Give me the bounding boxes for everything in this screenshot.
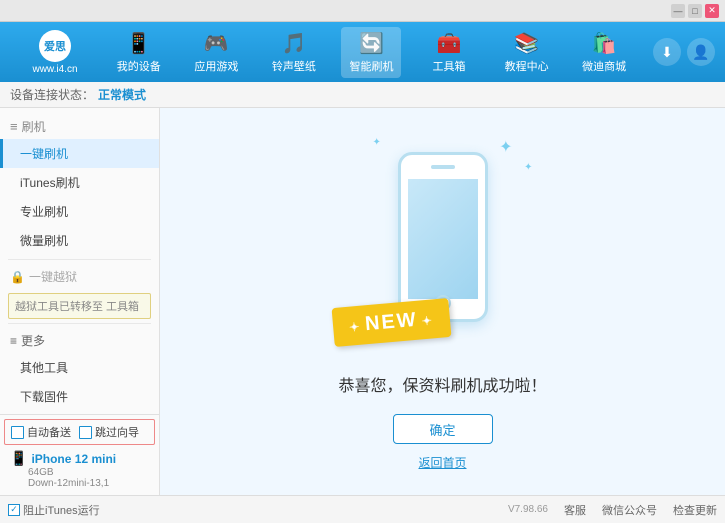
wechat-link[interactable]: 微信公众号: [602, 502, 657, 518]
jailbreak-label: 一键越狱: [29, 268, 77, 285]
weidian-icon: 🛍️: [592, 31, 617, 56]
sidebar-footer: 自动备送 跳过向导 📱 iPhone 12 mini 64GB Down-12m…: [0, 414, 159, 495]
status-value: 正常模式: [98, 86, 146, 103]
sidebar-divider-2: [8, 323, 151, 324]
sidebar-warning-box: 越狱工具已转移至 工具箱: [8, 293, 151, 319]
flash-section-icon: ≡: [10, 119, 18, 134]
bottom-bar: 阻止iTunes运行 V7.98.66 客服 微信公众号 检查更新: [0, 495, 725, 523]
skip-wizard-checkbox[interactable]: 跳过向导: [79, 424, 139, 440]
checkboxes-row: 自动备送 跳过向导: [4, 419, 155, 445]
toolbox-label: 工具箱: [433, 58, 466, 74]
logo-icon: 爱思: [39, 30, 71, 62]
check-update-link[interactable]: 检查更新: [673, 502, 717, 518]
download-firmware-label: 下载固件: [20, 390, 68, 404]
phone-speaker: [431, 165, 455, 169]
other-tools-label: 其他工具: [20, 361, 68, 375]
tutorial-icon: 📚: [514, 31, 539, 56]
auto-backup-label: 自动备送: [27, 424, 71, 440]
bottom-left: 阻止iTunes运行: [8, 502, 508, 518]
user-button[interactable]: 👤: [687, 38, 715, 66]
skip-wizard-label: 跳过向导: [95, 424, 139, 440]
close-button[interactable]: ✕: [705, 4, 719, 18]
my-device-icon: 📱: [126, 31, 151, 56]
nav-my-device[interactable]: 📱 我的设备: [109, 27, 169, 78]
tutorial-label: 教程中心: [505, 58, 549, 74]
nav-right-buttons: ⬇ 👤: [653, 38, 715, 66]
nav-tutorial[interactable]: 📚 教程中心: [497, 27, 557, 78]
status-label: 设备连接状态：: [10, 86, 94, 103]
sidebar-item-wipe-flash[interactable]: 微量刷机: [0, 226, 159, 255]
sidebar-item-download-firmware[interactable]: 下载固件: [0, 382, 159, 411]
nav-toolbox[interactable]: 🧰 工具箱: [419, 27, 479, 78]
phone-screen: [408, 179, 478, 299]
titlebar: — □ ✕: [0, 0, 725, 22]
content-area: ✦ ✦ ✦ NEW 恭喜您，保资料刷机成功啦！ 确定 返回首页: [160, 108, 725, 495]
support-link[interactable]: 客服: [564, 502, 586, 518]
version-text: V7.98.66: [508, 504, 548, 515]
my-device-label: 我的设备: [117, 58, 161, 74]
sidebar-item-itunes-flash[interactable]: iTunes刷机: [0, 168, 159, 197]
more-section-icon: ≡: [10, 334, 17, 348]
itunes-status-label: 阻止iTunes运行: [23, 502, 100, 518]
pro-flash-label: 专业刷机: [20, 205, 68, 219]
ringtones-icon: 🎵: [281, 31, 306, 56]
device-info-panel: 📱 iPhone 12 mini 64GB Down-12mini-13,1: [0, 445, 159, 495]
smart-flash-label: 智能刷机: [349, 58, 393, 74]
smart-flash-icon: 🔄: [359, 31, 384, 56]
status-bar: 设备连接状态： 正常模式: [0, 82, 725, 108]
skip-wizard-checkmark: [79, 426, 92, 439]
phone-illustration: ✦ ✦ ✦ NEW: [343, 132, 543, 352]
itunes-checkbox[interactable]: 阻止iTunes运行: [8, 502, 100, 518]
new-badge: NEW: [331, 298, 451, 347]
warning-text: 越狱工具已转移至 工具箱: [15, 301, 139, 313]
sidebar-scroll: ≡ 刷机 一键刷机 iTunes刷机 专业刷机 微量刷机 🔒 一键越狱: [0, 108, 159, 414]
sidebar-item-one-click-flash[interactable]: 一键刷机: [0, 139, 159, 168]
device-storage: 64GB: [10, 467, 149, 478]
sparkle-3: ✦: [373, 137, 381, 148]
phone-body: [398, 152, 488, 322]
weidian-label: 微迪商城: [582, 58, 626, 74]
nav-smart-flash[interactable]: 🔄 智能刷机: [341, 27, 401, 78]
apps-games-icon: 🎮: [204, 31, 229, 56]
minimize-button[interactable]: —: [671, 4, 685, 18]
back-home-link[interactable]: 返回首页: [418, 454, 466, 471]
apps-games-label: 应用游戏: [194, 58, 238, 74]
nav-apps-games[interactable]: 🎮 应用游戏: [186, 27, 246, 78]
top-navigation: 爱思 www.i4.cn 📱 我的设备 🎮 应用游戏 🎵 铃声壁纸 🔄 智能刷机…: [0, 22, 725, 82]
sidebar-section-flash: ≡ 刷机: [0, 114, 159, 139]
sparkle-2: ✦: [524, 162, 532, 173]
logo-url: www.i4.cn: [32, 64, 77, 75]
sidebar-jailbreak-section: 🔒 一键越狱: [0, 264, 159, 289]
sidebar-item-pro-flash[interactable]: 专业刷机: [0, 197, 159, 226]
device-version: Down-12mini-13,1: [10, 478, 149, 489]
lock-icon: 🔒: [10, 270, 25, 284]
sidebar: ≡ 刷机 一键刷机 iTunes刷机 专业刷机 微量刷机 🔒 一键越狱: [0, 108, 160, 495]
sidebar-section-more: ≡ 更多: [0, 328, 159, 353]
nav-items: 📱 我的设备 🎮 应用游戏 🎵 铃声壁纸 🔄 智能刷机 🧰 工具箱 📚 教程中心…: [100, 27, 643, 78]
main-layout: ≡ 刷机 一键刷机 iTunes刷机 专业刷机 微量刷机 🔒 一键越狱: [0, 108, 725, 495]
confirm-button[interactable]: 确定: [393, 414, 493, 444]
nav-weidian[interactable]: 🛍️ 微迪商城: [574, 27, 634, 78]
sparkle-1: ✦: [499, 137, 512, 157]
itunes-checkmark: [8, 504, 20, 516]
sidebar-divider-1: [8, 259, 151, 260]
device-name: iPhone 12 mini: [31, 452, 116, 466]
more-section-label: 更多: [21, 332, 45, 349]
logo-area: 爱思 www.i4.cn: [10, 30, 100, 75]
success-message: 恭喜您，保资料刷机成功啦！: [338, 372, 546, 396]
flash-section-label: 刷机: [22, 118, 46, 135]
maximize-button[interactable]: □: [688, 4, 702, 18]
bottom-right: V7.98.66 客服 微信公众号 检查更新: [508, 502, 717, 518]
nav-ringtones[interactable]: 🎵 铃声壁纸: [264, 27, 324, 78]
download-button[interactable]: ⬇: [653, 38, 681, 66]
sidebar-item-other-tools[interactable]: 其他工具: [0, 353, 159, 382]
itunes-flash-label: iTunes刷机: [20, 176, 80, 190]
auto-backup-checkmark: [11, 426, 24, 439]
one-click-flash-label: 一键刷机: [20, 147, 68, 161]
wipe-flash-label: 微量刷机: [20, 234, 68, 248]
toolbox-icon: 🧰: [437, 31, 462, 56]
device-phone-icon: 📱: [10, 450, 27, 467]
auto-backup-checkbox[interactable]: 自动备送: [11, 424, 71, 440]
ringtones-label: 铃声壁纸: [272, 58, 316, 74]
